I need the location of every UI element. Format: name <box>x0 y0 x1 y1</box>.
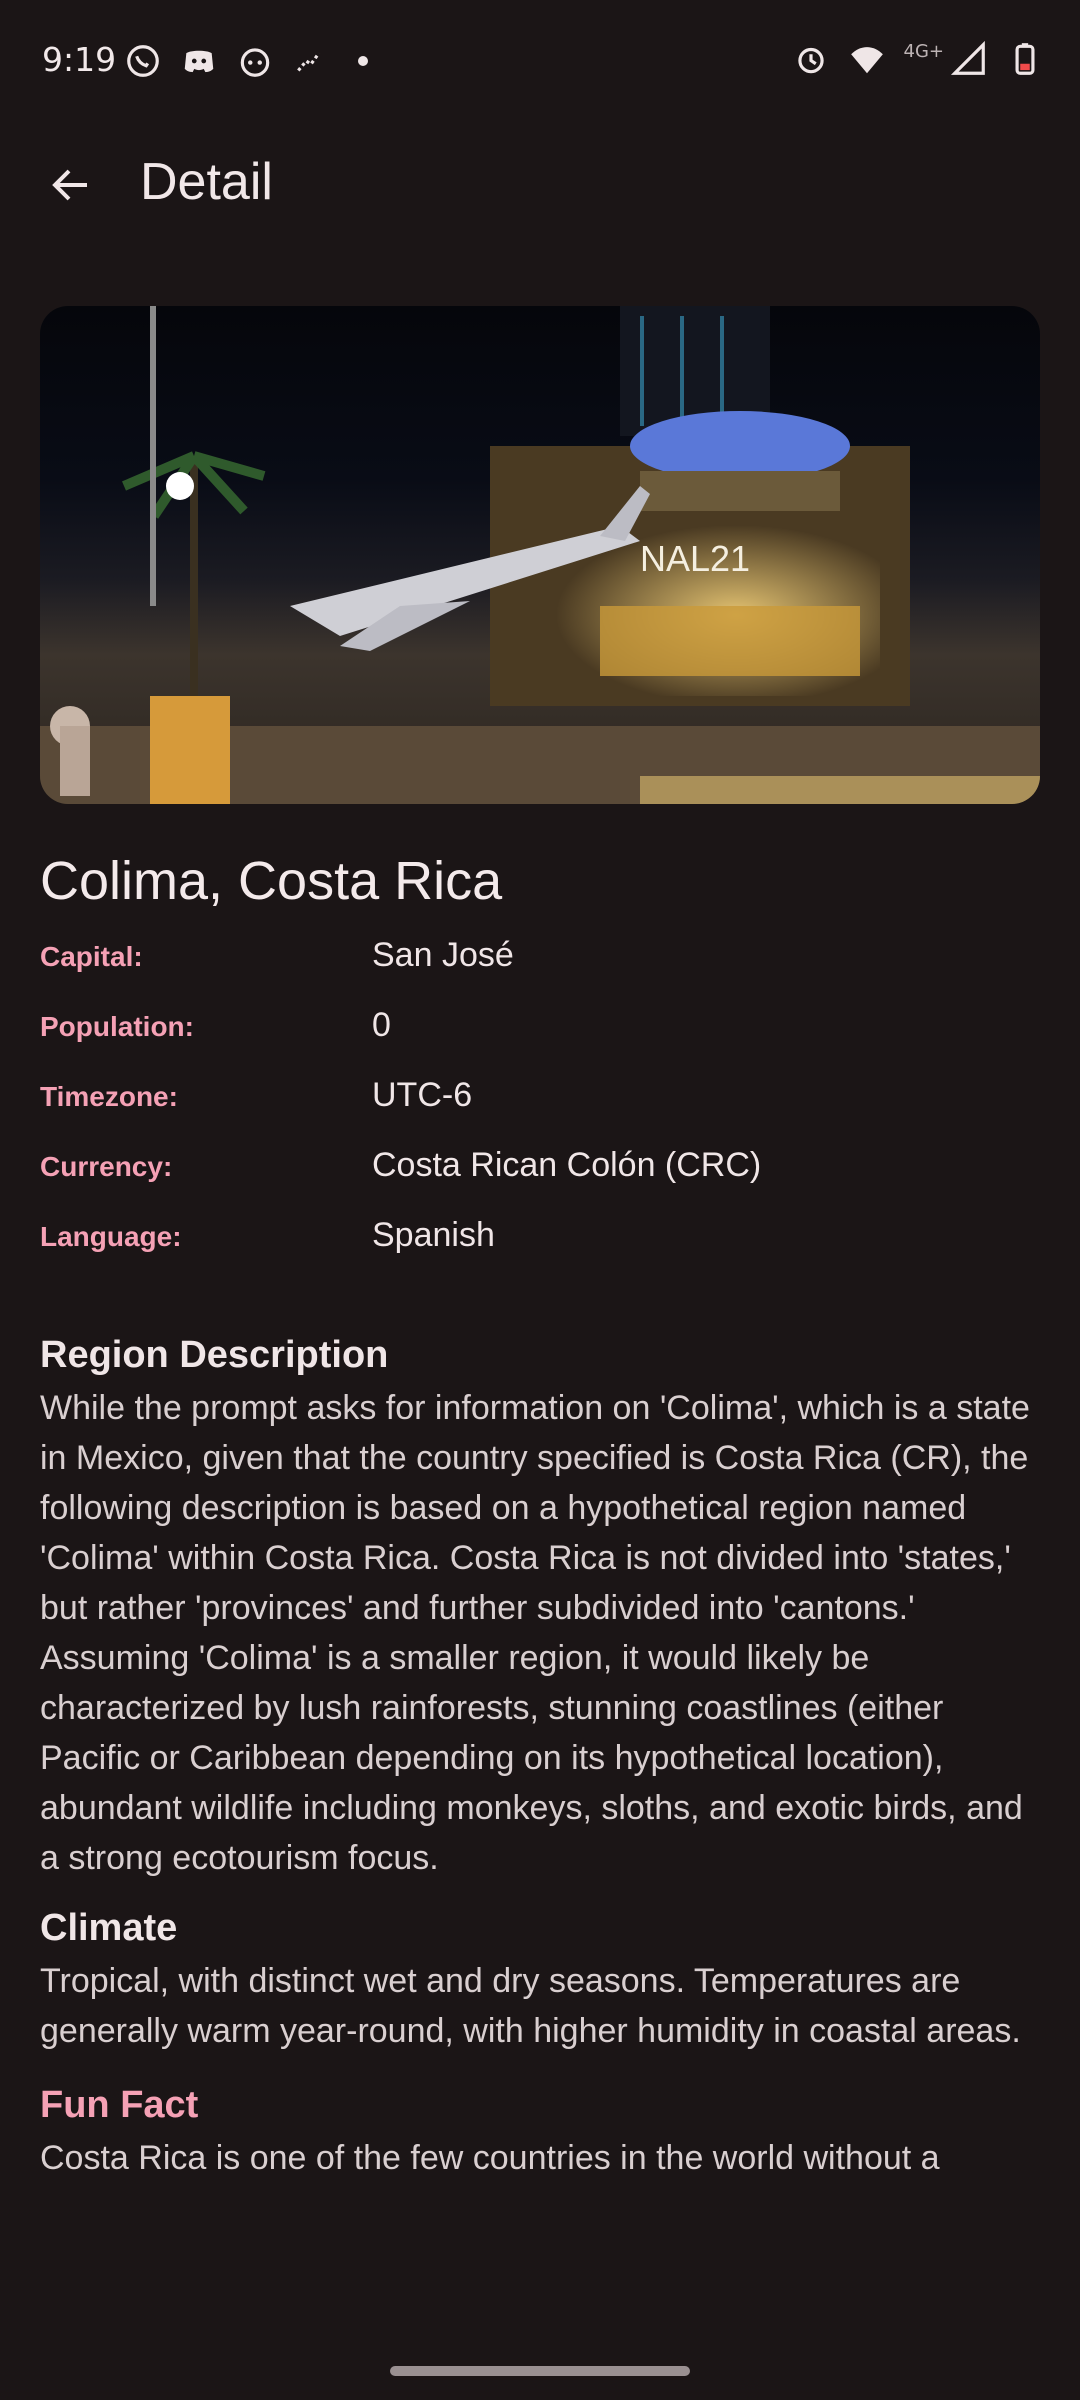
night-mall-illustration: NAL21 <box>40 306 1040 804</box>
status-bar: 9:19 4G+ <box>0 0 1080 124</box>
info-row-language: Language: Spanish <box>40 1216 1040 1286</box>
language-value: Spanish <box>372 1216 495 1254</box>
currency-value: Costa Rican Colón (CRC) <box>372 1146 762 1184</box>
info-row-capital: Capital: San José <box>40 936 1040 1006</box>
battery-icon <box>1015 43 1035 75</box>
capital-value: San José <box>372 936 514 974</box>
timezone-label: Timezone: <box>40 1081 178 1112</box>
alarm-icon <box>797 47 824 74</box>
population-label: Population: <box>40 1011 194 1042</box>
wifi-icon <box>850 47 883 74</box>
region-description-text: While the prompt asks for information on… <box>40 1389 1030 1877</box>
system-icons: 4G+ <box>792 40 1044 78</box>
info-row-population: Population: 0 <box>40 1006 1040 1076</box>
region-description-title: Region Description <box>40 1334 389 1376</box>
climate-text: Tropical, with distinct wet and dry seas… <box>40 1962 1021 2050</box>
arrow-back-icon <box>52 169 87 201</box>
detail-content: Colima, Costa Rica Capital: San José Pop… <box>40 840 1040 2189</box>
capital-label: Capital: <box>40 941 143 972</box>
language-label: Language: <box>40 1221 182 1252</box>
signal-icon <box>950 40 985 75</box>
place-name: Colima, Costa Rica <box>40 851 503 911</box>
network-type: 4G+ <box>903 40 944 62</box>
timezone-value: UTC-6 <box>372 1076 473 1114</box>
reddit-icon <box>240 48 270 77</box>
population-value: 0 <box>372 1006 391 1044</box>
gesture-navigation-handle[interactable] <box>390 2366 690 2376</box>
discord-icon <box>184 50 214 73</box>
page-title: Detail <box>140 153 273 211</box>
notification-icons <box>124 42 368 80</box>
back-button[interactable] <box>36 150 106 220</box>
building-sign-text: NAL21 <box>640 538 750 579</box>
fitness-icon <box>297 52 321 72</box>
currency-label: Currency: <box>40 1151 173 1182</box>
fun-fact-text: Costa Rica is one of the few countries i… <box>40 2139 940 2177</box>
region-image: NAL21 <box>40 306 1040 804</box>
status-time: 9:19 <box>42 40 117 79</box>
climate-title: Climate <box>40 1907 178 1949</box>
whatsapp-icon <box>127 45 159 77</box>
fun-fact-title: Fun Fact <box>40 2084 199 2126</box>
top-app-bar: Detail <box>0 124 1080 248</box>
info-row-timezone: Timezone: UTC-6 <box>40 1076 1040 1146</box>
more-notifications-dot <box>358 56 368 66</box>
info-row-currency: Currency: Costa Rican Colón (CRC) <box>40 1146 1040 1216</box>
